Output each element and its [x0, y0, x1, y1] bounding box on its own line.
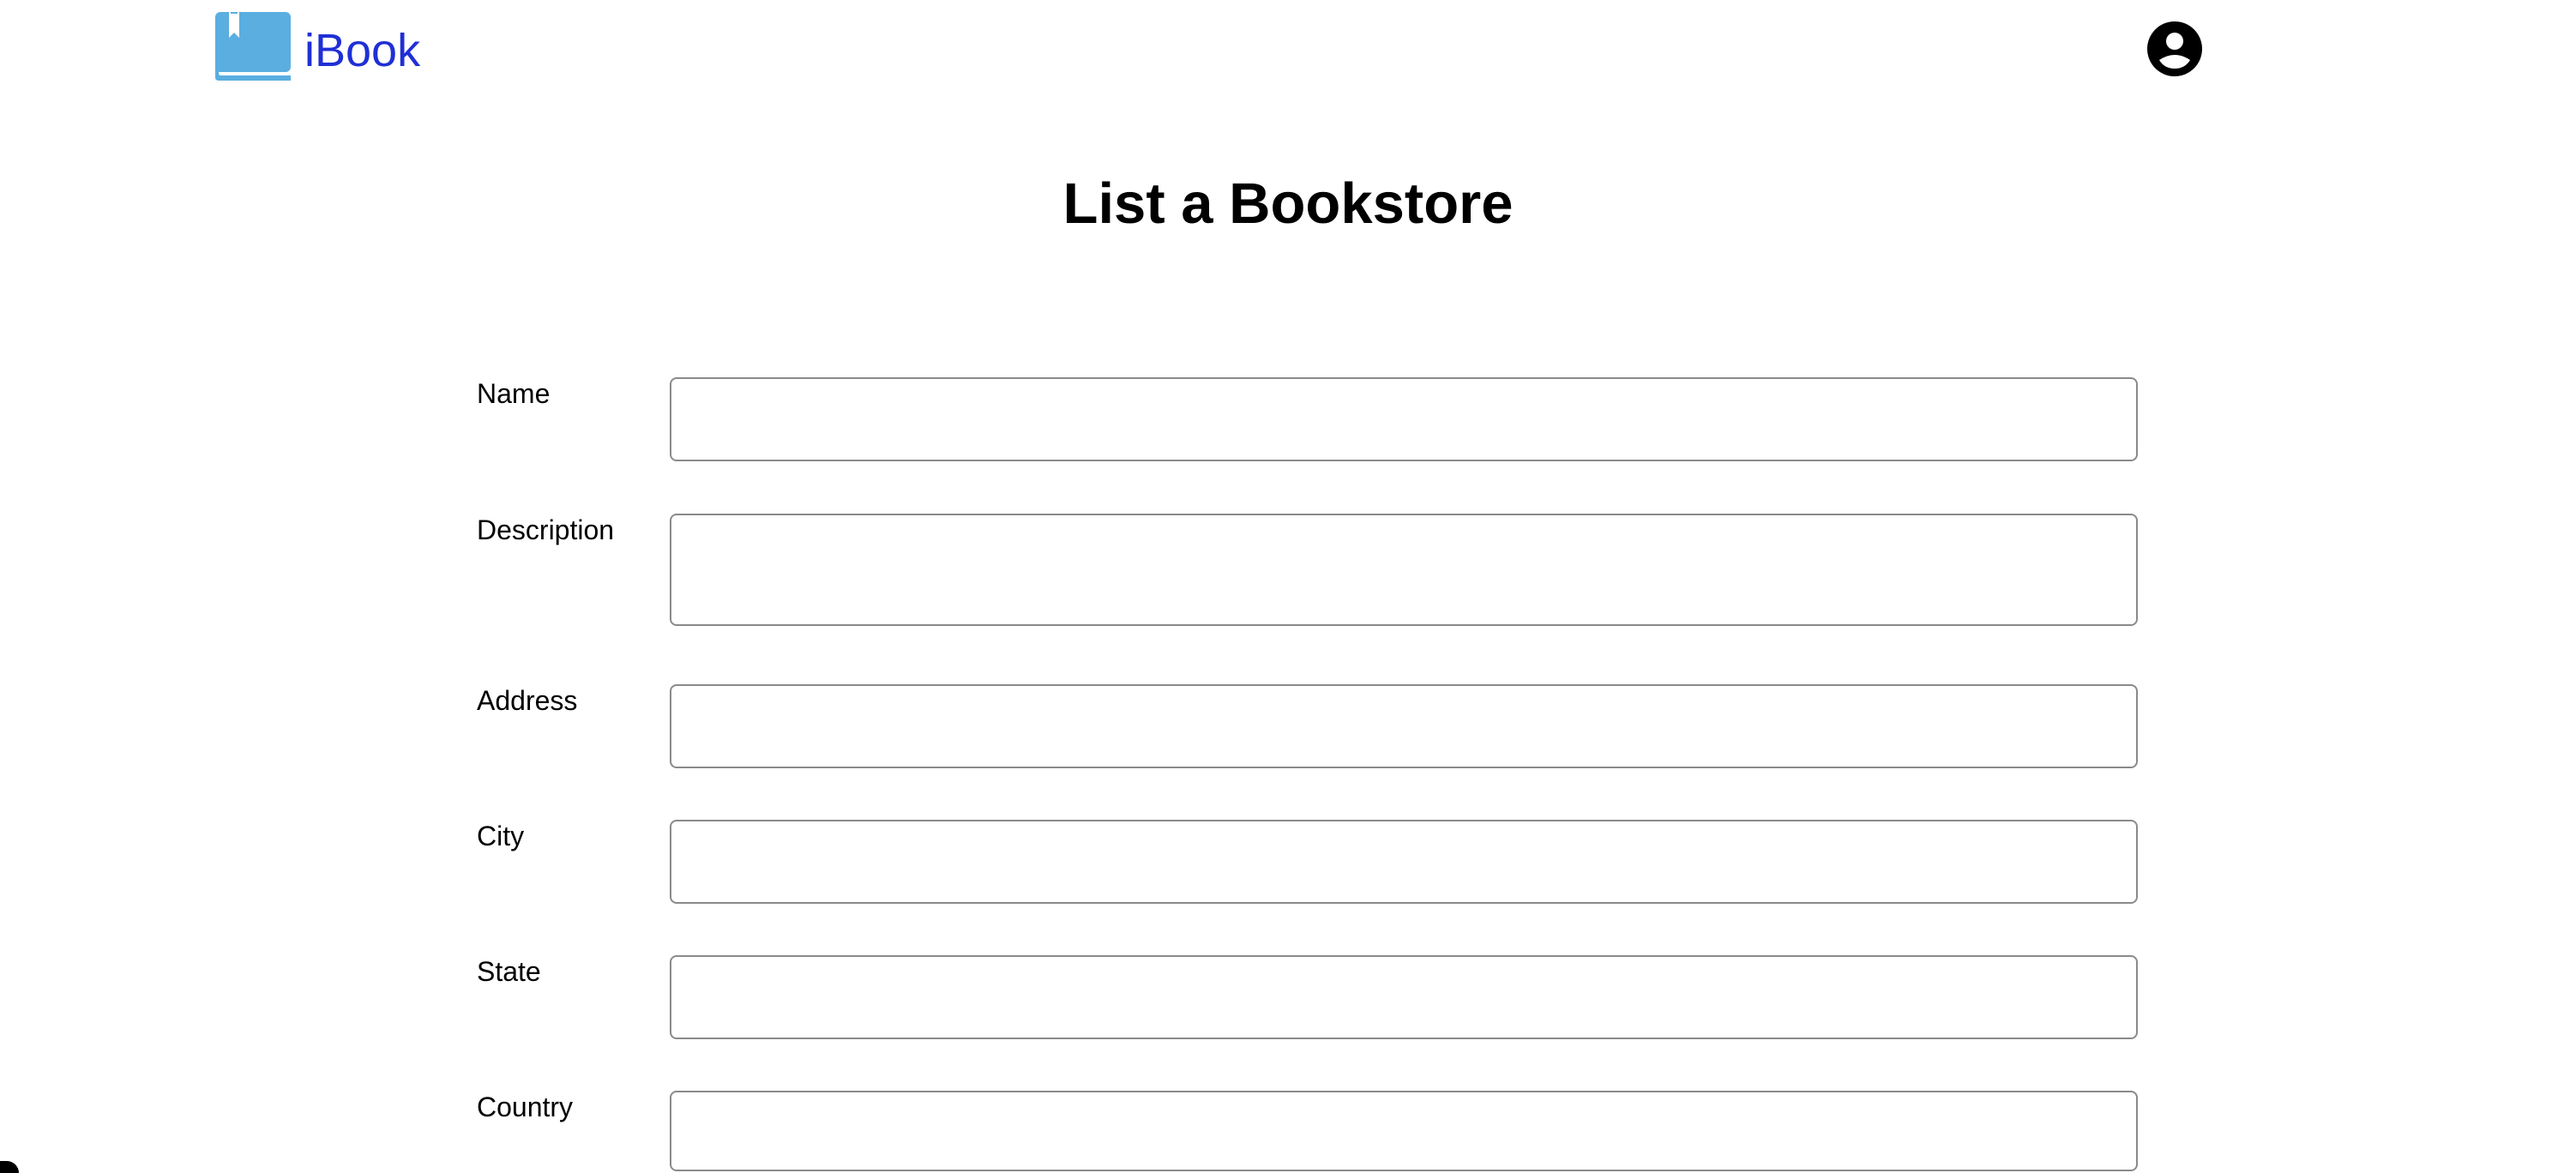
address-label: Address — [477, 685, 578, 716]
description-label: Description — [477, 514, 615, 545]
book-icon — [212, 10, 294, 82]
account-button[interactable] — [2146, 21, 2203, 77]
country-label: Country — [477, 1092, 574, 1122]
city-input[interactable] — [670, 820, 2138, 904]
name-input[interactable] — [670, 377, 2138, 461]
window-corner — [0, 1161, 19, 1173]
brand-name: iBook — [304, 25, 421, 76]
address-input[interactable] — [670, 684, 2138, 768]
state-label: State — [477, 956, 541, 987]
page-title: List a Bookstore — [1062, 171, 1514, 236]
page: iBook List a Bookstore Name Description … — [0, 0, 2576, 1173]
state-input[interactable] — [670, 955, 2138, 1039]
account-circle-icon — [2146, 21, 2203, 77]
city-label: City — [477, 821, 525, 851]
description-textarea[interactable] — [670, 514, 2138, 626]
name-label: Name — [477, 378, 551, 409]
country-input[interactable] — [670, 1091, 2138, 1171]
brand-logo-link[interactable]: iBook — [212, 10, 420, 82]
